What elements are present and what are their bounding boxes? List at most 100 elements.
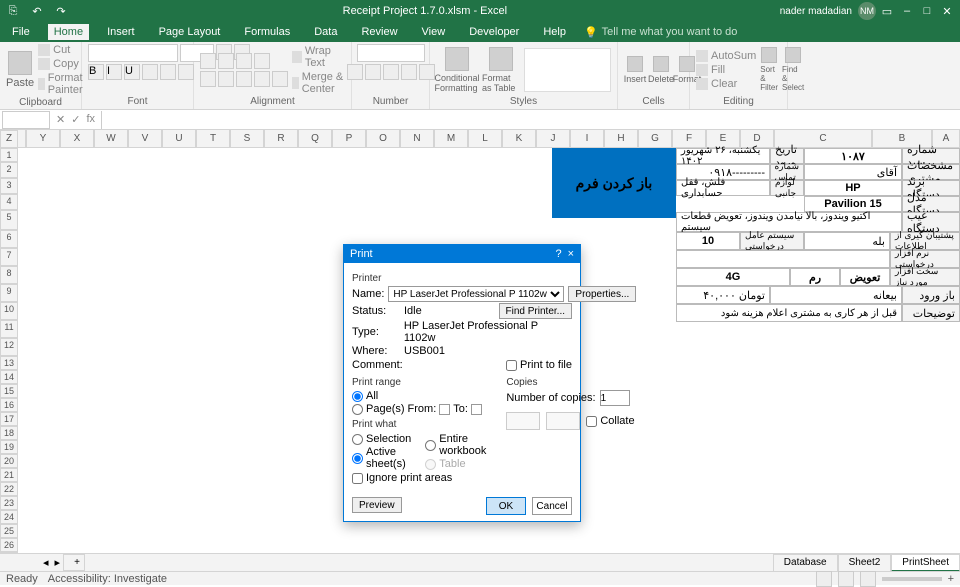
bold-button[interactable]: B	[88, 64, 104, 80]
col-header[interactable]: P	[332, 130, 366, 148]
merge-button[interactable]: Merge & Center	[292, 71, 345, 95]
model-value[interactable]: Pavilion 15	[804, 196, 902, 212]
to-input[interactable]	[471, 404, 482, 415]
align-top-icon[interactable]	[200, 53, 216, 69]
cell-styles-gallery[interactable]	[524, 48, 611, 92]
open-amount[interactable]: ۴۰,۰۰۰ تومان	[676, 286, 770, 304]
align-left-icon[interactable]	[200, 71, 216, 87]
collate-checkbox[interactable]	[586, 416, 597, 427]
col-header[interactable]: V	[128, 130, 162, 148]
user-avatar[interactable]: NM	[858, 2, 876, 20]
dialog-close-icon[interactable]: ×	[568, 248, 574, 260]
sw-value[interactable]	[676, 250, 890, 268]
row-header[interactable]: 2	[0, 162, 18, 178]
tab-formulas[interactable]: Formulas	[238, 24, 296, 40]
row-header[interactable]: 7	[0, 248, 18, 266]
tab-help[interactable]: Help	[537, 24, 572, 40]
find-printer-button[interactable]: Find Printer...	[499, 303, 572, 319]
col-header[interactable]: R	[264, 130, 298, 148]
autosum-button[interactable]: AutoSum	[696, 50, 756, 62]
sheet-add-button[interactable]: +	[63, 554, 85, 571]
row-header[interactable]: 1	[0, 148, 18, 162]
col-header[interactable]: K	[502, 130, 536, 148]
row-header[interactable]: 12	[0, 338, 18, 356]
tab-nav-prev-icon[interactable]: ▸	[52, 556, 64, 569]
row-header[interactable]: 25	[0, 524, 18, 538]
from-input[interactable]	[439, 404, 450, 415]
paste-button[interactable]: Paste	[6, 51, 34, 89]
os-value[interactable]: 10	[676, 232, 740, 250]
italic-button[interactable]: I	[106, 64, 122, 80]
range-pages-radio[interactable]	[352, 404, 363, 415]
col-header[interactable]: T	[196, 130, 230, 148]
row-header[interactable]: 11	[0, 320, 18, 338]
wrap-text-button[interactable]: Wrap Text	[292, 45, 345, 69]
align-bot-icon[interactable]	[236, 53, 252, 69]
cut-button[interactable]: Cut	[38, 44, 88, 56]
cond-format-button[interactable]: Conditional Formatting	[436, 47, 478, 93]
notes-label[interactable]: توضیحات	[902, 304, 960, 322]
hw-replace[interactable]: تعویض	[840, 268, 890, 286]
row-header[interactable]: 15	[0, 384, 18, 398]
orientation-icon[interactable]	[254, 53, 270, 69]
status-accessibility[interactable]: Accessibility: Investigate	[48, 573, 167, 585]
underline-button[interactable]: U	[124, 64, 140, 80]
font-combo[interactable]	[88, 44, 178, 62]
col-header[interactable]: W	[94, 130, 128, 148]
page-break-view-icon[interactable]	[860, 571, 876, 587]
indent-dec-icon[interactable]	[254, 71, 270, 87]
preview-button[interactable]: Preview	[352, 497, 402, 513]
col-header[interactable]: G	[638, 130, 672, 148]
tab-pagelayout[interactable]: Page Layout	[153, 24, 227, 40]
row-header[interactable]: 26	[0, 538, 18, 552]
tab-data[interactable]: Data	[308, 24, 343, 40]
hw-ram[interactable]: رم	[790, 268, 840, 286]
enter-formula-icon[interactable]: ✓	[71, 113, 80, 126]
row-header[interactable]: 10	[0, 302, 18, 320]
zoom-slider[interactable]	[882, 577, 942, 581]
hw-label[interactable]: سخت افزار مورد نیاز	[890, 268, 960, 286]
copy-button[interactable]: Copy	[38, 58, 88, 70]
font-color-button[interactable]	[178, 64, 194, 80]
number-format-combo[interactable]	[357, 44, 425, 62]
tab-home[interactable]: Home	[48, 24, 89, 40]
border-button[interactable]	[142, 64, 158, 80]
cust-value[interactable]: آقای	[804, 164, 902, 180]
name-box[interactable]	[2, 111, 50, 129]
formula-bar[interactable]	[101, 111, 960, 129]
accessory-label[interactable]: لوازم جانبی	[770, 180, 804, 196]
row-header[interactable]: 17	[0, 412, 18, 426]
ribbon-options-icon[interactable]: ▭	[878, 2, 896, 20]
delete-cells-button[interactable]: Delete	[650, 56, 672, 84]
page-layout-view-icon[interactable]	[838, 571, 854, 587]
row-header[interactable]: 23	[0, 496, 18, 510]
sheet-tab-printsheet[interactable]: PrintSheet	[891, 554, 960, 572]
row-header[interactable]: 22	[0, 482, 18, 496]
zoom-in-icon[interactable]: +	[948, 573, 954, 585]
currency-icon[interactable]	[347, 64, 363, 80]
open-value[interactable]: بیعانه	[770, 286, 902, 304]
tab-review[interactable]: Review	[355, 24, 403, 40]
what-entire-radio[interactable]	[425, 440, 436, 451]
row-header[interactable]: 14	[0, 370, 18, 384]
open-label[interactable]: باز ورود	[902, 286, 960, 304]
printer-name-select[interactable]: HP LaserJet Professional P 1102w	[388, 286, 564, 302]
redo-icon[interactable]: ↷	[52, 2, 70, 20]
col-header[interactable]: O	[366, 130, 400, 148]
find-select-button[interactable]: Find & Select	[782, 47, 804, 92]
num-copies-input[interactable]	[600, 390, 630, 406]
sheet-tab-database[interactable]: Database	[773, 554, 838, 572]
row-header[interactable]: 20	[0, 454, 18, 468]
normal-view-icon[interactable]	[816, 571, 832, 587]
backup-value[interactable]: بله	[804, 232, 890, 250]
fault-label[interactable]: عیب دستگاه	[902, 212, 960, 232]
row-header[interactable]: 5	[0, 210, 18, 230]
row-header[interactable]: 8	[0, 266, 18, 284]
close-icon[interactable]: ✕	[938, 2, 956, 20]
range-all-radio[interactable]	[352, 391, 363, 402]
row-header[interactable]: 6	[0, 230, 18, 248]
ignore-print-areas-checkbox[interactable]	[352, 473, 363, 484]
row-header[interactable]: 16	[0, 398, 18, 412]
fault-value[interactable]: اکتیو ویندوز، بالا نیامدن ویندوز، تعویض …	[676, 212, 902, 232]
tab-view[interactable]: View	[416, 24, 452, 40]
